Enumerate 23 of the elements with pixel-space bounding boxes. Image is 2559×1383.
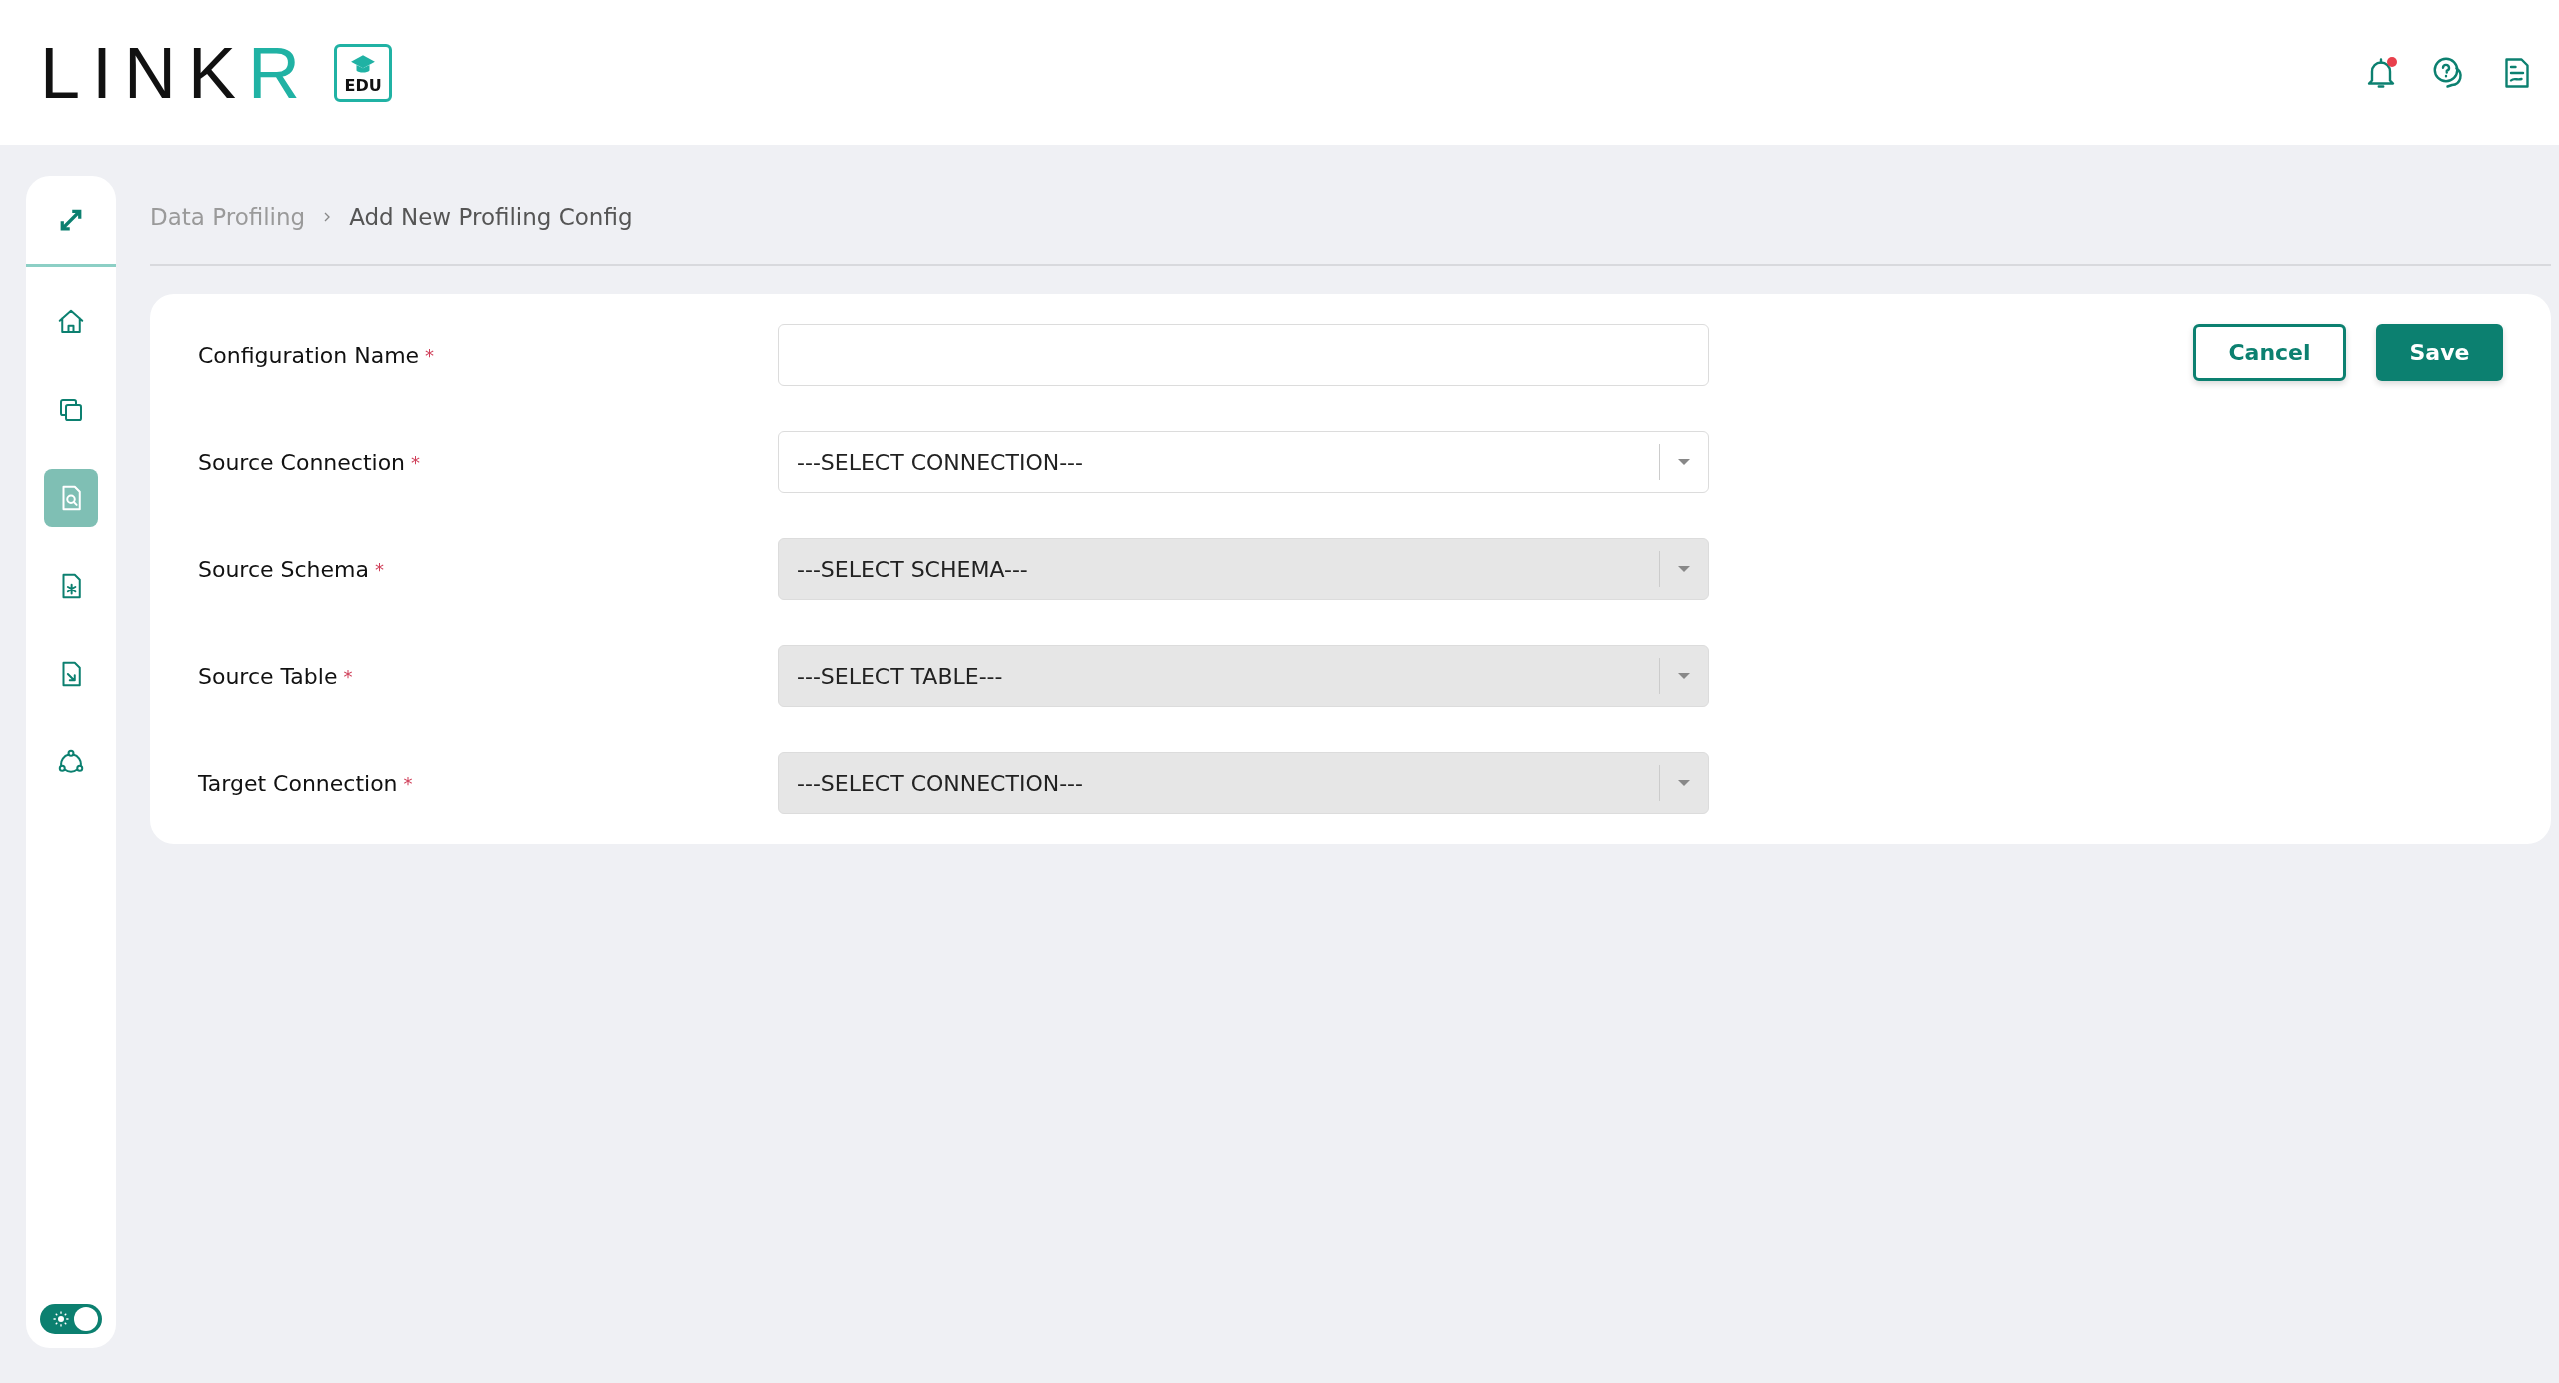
save-button[interactable]: Save <box>2376 324 2503 381</box>
field-label: Source Table <box>198 663 338 689</box>
required-mark: * <box>343 665 353 687</box>
field-label: Target Connection <box>198 770 398 796</box>
required-mark: * <box>425 344 435 366</box>
caret-down-icon <box>1678 459 1690 465</box>
caret-down-icon <box>1678 566 1690 572</box>
required-mark: * <box>375 558 384 580</box>
cancel-button[interactable]: Cancel <box>2193 324 2346 381</box>
input-field[interactable] <box>778 324 1709 386</box>
field-label: Source Connection <box>198 449 406 475</box>
required-mark: * <box>411 451 421 473</box>
breadcrumb-current: Add New Profiling Config <box>349 204 633 230</box>
edu-badge: EDU <box>334 43 393 102</box>
sun-icon <box>52 1310 70 1328</box>
required-mark: * <box>403 772 413 794</box>
field-label: Configuration Name <box>198 342 420 368</box>
select-field[interactable]: ---SELECT CONNECTION--- <box>778 431 1709 493</box>
caret-down-icon <box>1678 673 1690 679</box>
field-label: Source Schema <box>198 556 369 582</box>
caret-down-icon <box>1678 780 1690 786</box>
theme-toggle[interactable] <box>40 1304 102 1334</box>
logo-wordmark: LINK R <box>40 36 313 109</box>
